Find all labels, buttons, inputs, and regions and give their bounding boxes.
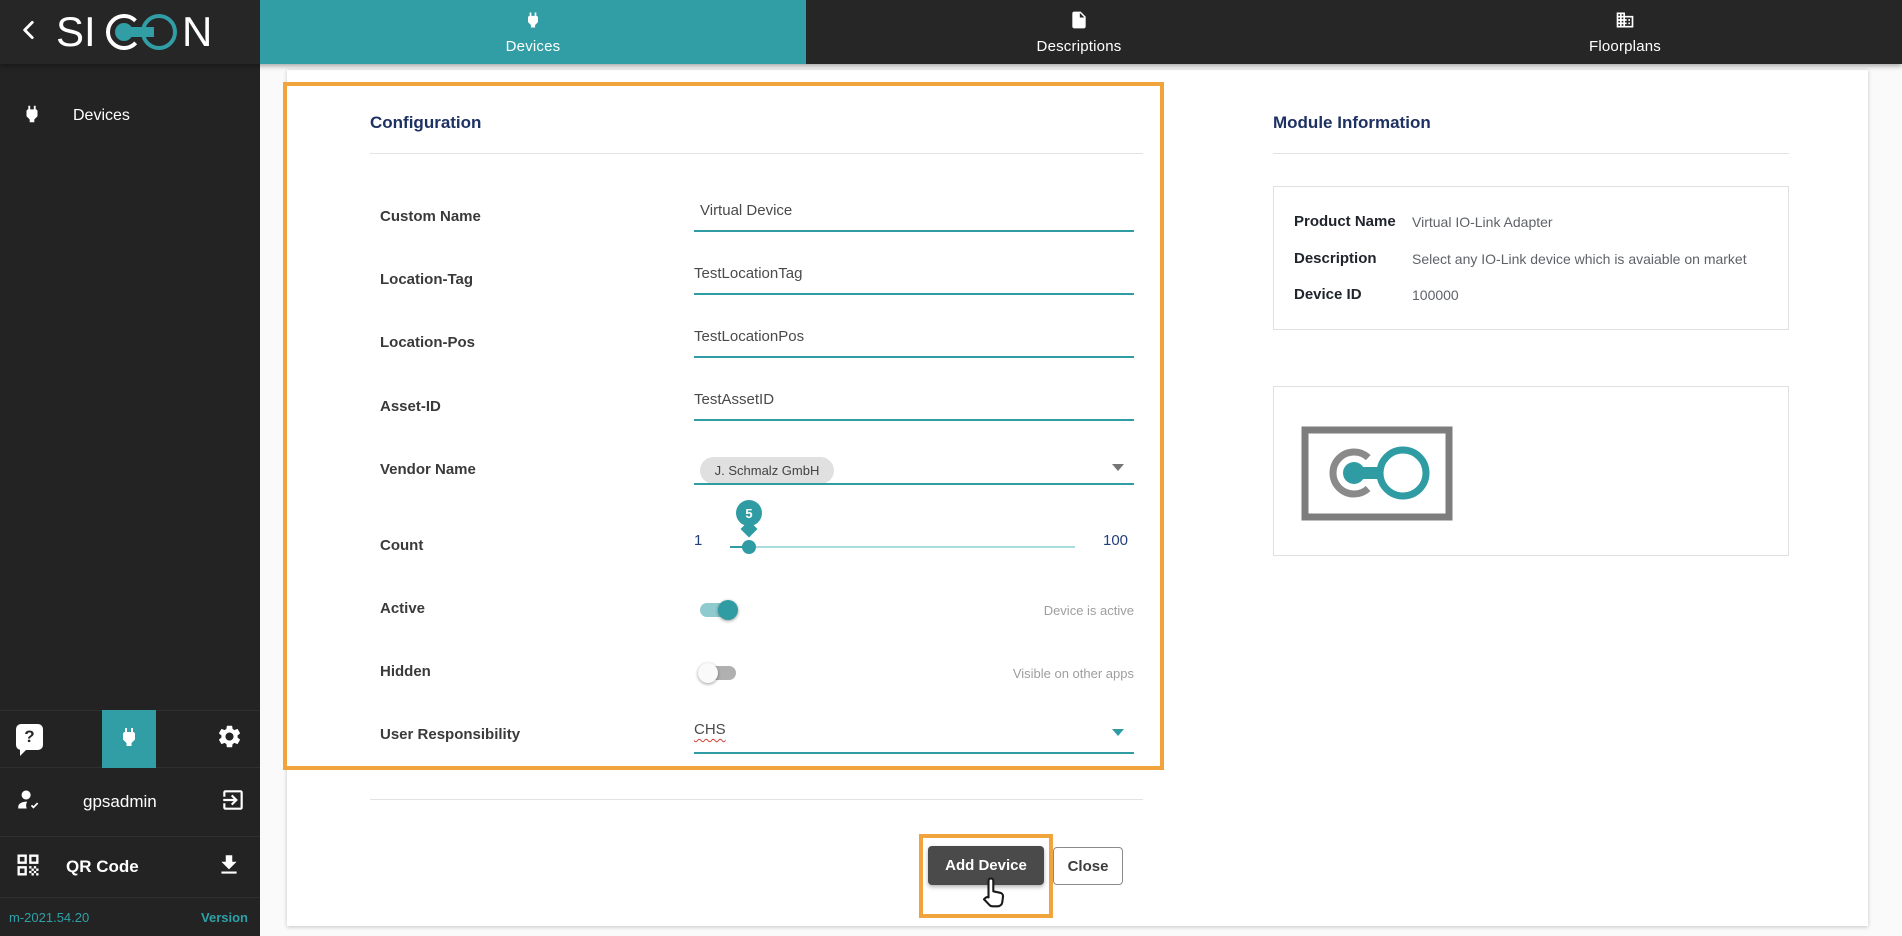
user-responsibility-select[interactable]: CHS [694,721,726,738]
app-window: SI N Devices Descriptions Floor [0,0,1902,936]
location-tag-input[interactable]: TestLocationTag [694,265,802,282]
location-pos-input[interactable]: TestLocationPos [694,328,804,345]
custom-name-label: Custom Name [380,208,481,225]
tab-floorplans-label: Floorplans [1589,38,1661,55]
download-icon[interactable] [216,852,242,883]
asset-id-underline [694,419,1134,421]
divider [370,153,1143,154]
configuration-title: Configuration [370,113,481,133]
module-information-title: Module Information [1273,113,1431,133]
divider [1273,153,1789,154]
description-label: Description [1294,250,1377,267]
vendor-name-label: Vendor Name [380,461,476,478]
product-name-value: Virtual IO-Link Adapter [1412,214,1553,230]
device-id-label: Device ID [1294,286,1362,303]
count-min-label: 1 [694,532,702,549]
hidden-hint: Visible on other apps [894,666,1134,681]
tab-descriptions-label: Descriptions [1037,38,1122,55]
count-label: Count [380,537,423,554]
tab-devices-label: Devices [506,38,561,55]
sidebar-item-devices[interactable]: Devices [0,90,260,142]
chevron-left-icon [16,17,42,48]
devices-module-button[interactable] [102,710,156,768]
top-bar: SI N Devices Descriptions Floor [0,0,1902,64]
location-pos-label: Location-Pos [380,334,475,351]
qr-code-icon [14,851,42,884]
qr-code-label: QR Code [66,857,216,877]
version-label: Version [201,910,248,925]
divider [370,799,1143,800]
hidden-toggle[interactable] [698,663,738,683]
count-slider-track[interactable] [730,546,1075,548]
description-value: Select any IO-Link device which is avaia… [1412,251,1782,267]
count-slider-thumb[interactable] [742,540,756,554]
sidebar-user-row: gpsadmin [0,768,260,837]
hidden-label: Hidden [380,663,431,680]
location-tag-underline [694,293,1134,295]
user-responsibility-label: User Responsibility [380,726,520,743]
tab-descriptions[interactable]: Descriptions [806,0,1352,64]
module-logo-image [1301,426,1453,526]
logout-icon[interactable] [220,787,246,818]
hidden-toggle-knob [698,663,718,683]
help-icon-tail [20,748,28,756]
settings-gear-icon[interactable] [216,723,243,755]
tab-devices[interactable]: Devices [260,0,806,64]
sidebar-item-label: Devices [73,107,130,125]
app-logo: SI N [56,6,221,63]
plug-icon [21,103,43,130]
vendor-underline [694,483,1134,485]
user-check-icon [16,786,43,818]
username-label: gpsadmin [83,792,220,812]
logo-right-letter: N [182,8,212,55]
location-tag-label: Location-Tag [380,271,473,288]
add-device-button[interactable]: Add Device [928,846,1044,885]
module-info-card: Product Name Virtual IO-Link Adapter Des… [1273,186,1789,330]
close-button[interactable]: Close [1053,847,1123,885]
location-pos-underline [694,356,1134,358]
sidebar-version-row: m-2021.54.20 Version [0,898,260,936]
version-value: m-2021.54.20 [9,910,201,925]
count-max-label: 100 [1103,532,1128,549]
building-icon [1615,10,1635,35]
plug-icon [117,725,141,754]
document-icon [1069,10,1089,35]
product-name-label: Product Name [1294,213,1396,230]
logo-left-letters: SI [56,8,96,55]
asset-id-input[interactable]: TestAssetID [694,391,774,408]
help-icon[interactable]: ? [16,724,43,750]
user-responsibility-dropdown-arrow-icon[interactable] [1112,729,1124,736]
plug-icon [523,10,543,35]
asset-id-label: Asset-ID [380,398,441,415]
tab-floorplans[interactable]: Floorplans [1352,0,1898,64]
custom-name-input[interactable]: Virtual Device [700,202,792,219]
active-label: Active [380,600,425,617]
active-toggle[interactable] [698,600,738,620]
active-hint: Device is active [894,603,1134,618]
vendor-chip[interactable]: J. Schmalz GmbH [700,457,834,484]
device-id-value: 100000 [1412,287,1459,303]
active-toggle-knob [718,600,738,620]
back-button[interactable] [10,13,48,51]
vendor-dropdown-arrow-icon[interactable] [1112,464,1124,471]
module-image-card [1273,386,1789,556]
sidebar-qr-row[interactable]: QR Code [0,837,260,898]
user-responsibility-underline [694,752,1134,754]
count-value-balloon: 5 [736,500,762,526]
custom-name-underline [694,230,1134,232]
